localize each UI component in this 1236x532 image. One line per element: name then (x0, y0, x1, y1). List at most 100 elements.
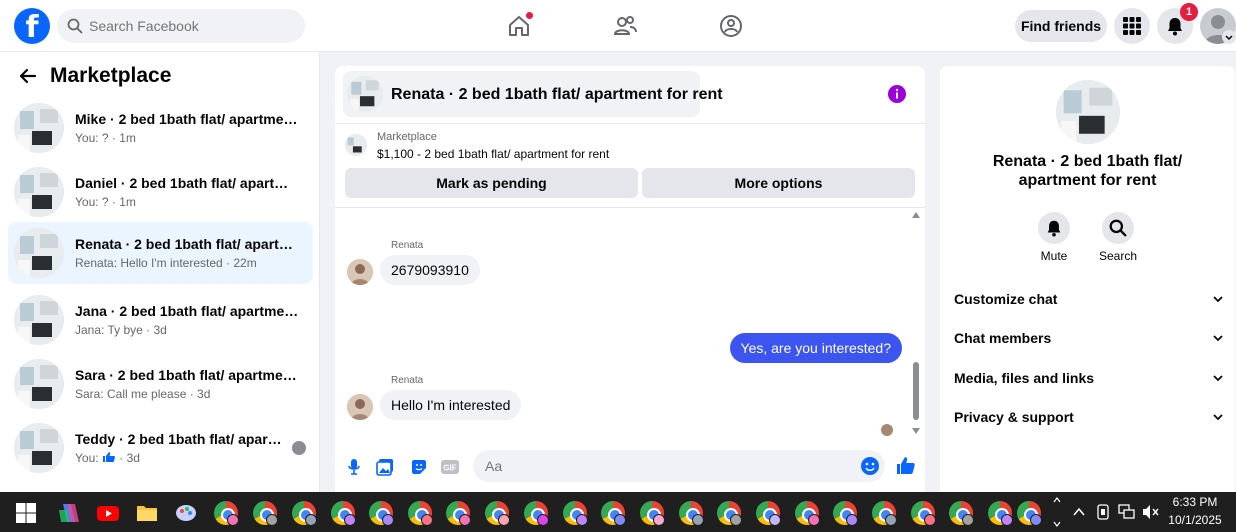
sticker-icon[interactable] (410, 458, 428, 476)
search-box[interactable] (57, 9, 305, 43)
tray-expand-chevron-icon[interactable] (1072, 506, 1086, 518)
clock-date[interactable]: 10/1/2025 (1160, 513, 1230, 527)
chrome-profile-icon[interactable] (679, 501, 704, 526)
conversation-list-panel: Marketplace Mike · 2 bed 1bath flat/ apa… (0, 52, 320, 492)
message-thread: Renata 2679093910 Yes, are you intereste… (335, 208, 925, 440)
chrome-profile-icon[interactable] (1017, 501, 1042, 526)
bell-icon (1168, 18, 1182, 36)
facebook-logo[interactable]: f (14, 8, 50, 44)
chat-header-listing[interactable]: Renata · 2 bed 1bath flat/ apartment for… (343, 71, 723, 117)
section-chat-members[interactable]: Chat members (954, 328, 1224, 350)
top-navigation-bar: f Find friends 1 (0, 0, 1236, 52)
chat-header-title: Renata · 2 bed 1bath flat/ apartment for… (391, 86, 723, 103)
windows-start-icon[interactable] (14, 501, 38, 525)
sender-avatar[interactable] (347, 259, 373, 285)
conversation-item-sara[interactable]: Sara · 2 bed 1bath flat/ apartment for r… (8, 353, 313, 415)
conversation-item-jana[interactable]: Jana · 2 bed 1bath flat/ apartment for r… (8, 289, 313, 351)
conversation-item-renata[interactable]: Renata · 2 bed 1bath flat/ apartment for… (8, 222, 313, 284)
search-conversation-button[interactable]: Search (1088, 212, 1148, 263)
chrome-profile-icon[interactable] (369, 501, 394, 526)
conversation-item-daniel[interactable]: Daniel · 2 bed 1bath flat/ apartment for… (8, 161, 313, 223)
preview-suffix: · 3d (119, 451, 140, 465)
conversation-name: Teddy · 2 bed 1bath flat/ apartment for … (75, 431, 285, 447)
listing-thumbnail (14, 359, 64, 409)
chrome-profile-icon[interactable] (911, 501, 936, 526)
marketplace-title: Marketplace (50, 64, 172, 87)
account-menu-chevron[interactable] (1222, 30, 1236, 44)
file-explorer-icon[interactable] (135, 501, 159, 525)
conversation-name: Mike · 2 bed 1bath flat/ apartment for r… (75, 111, 300, 127)
search-icon (1109, 219, 1127, 237)
youtube-icon[interactable] (96, 501, 120, 525)
chrome-profile-icon[interactable] (253, 501, 278, 526)
conversation-item-teddy[interactable]: Teddy · 2 bed 1bath flat/ apartment for … (8, 417, 313, 479)
network-icon[interactable] (1118, 504, 1136, 520)
section-privacy-support[interactable]: Privacy & support (954, 407, 1224, 429)
chrome-profile-icon[interactable] (833, 501, 858, 526)
device-icon[interactable] (1096, 504, 1110, 520)
section-customize-chat[interactable]: Customize chat (954, 289, 1224, 311)
chrome-profile-icon[interactable] (563, 501, 588, 526)
back-arrow-icon[interactable] (18, 66, 38, 86)
chrome-profile-icon[interactable] (524, 501, 549, 526)
volume-muted-icon[interactable] (1142, 504, 1160, 520)
clock-time[interactable]: 6:33 PM (1160, 495, 1230, 509)
mute-circle[interactable] (1038, 212, 1070, 244)
chevron-down-icon (1213, 335, 1223, 342)
chrome-profile-icon[interactable] (640, 501, 665, 526)
chat-panel: Renata · 2 bed 1bath flat/ apartment for… (335, 66, 925, 492)
section-label: Customize chat (954, 291, 1058, 307)
chrome-profile-icon[interactable] (408, 501, 433, 526)
chat-scrollbar[interactable] (912, 212, 920, 434)
conversation-preview: Renata: Hello I'm interested · 22m (75, 256, 257, 270)
menu-button[interactable] (1114, 8, 1150, 44)
mute-label: Mute (1040, 249, 1068, 263)
paint-app-icon[interactable] (174, 501, 198, 525)
conversation-item-mike[interactable]: Mike · 2 bed 1bath flat/ apartment for r… (8, 97, 313, 159)
mute-button[interactable]: Mute (1024, 212, 1084, 263)
chrome-profile-icon[interactable] (717, 501, 742, 526)
chrome-profile-icon[interactable] (872, 501, 897, 526)
listing-thumbnail-large (1056, 80, 1120, 144)
chrome-profile-icon[interactable] (292, 501, 317, 526)
chrome-profile-icon[interactable] (949, 501, 974, 526)
message-input[interactable] (473, 450, 885, 482)
find-friends-button[interactable]: Find friends (1015, 10, 1107, 42)
microphone-icon[interactable] (347, 458, 361, 476)
mark-as-pending-button[interactable]: Mark as pending (345, 168, 638, 198)
chrome-profile-icon[interactable] (795, 501, 820, 526)
chrome-profile-icon[interactable] (446, 501, 471, 526)
section-media-files-links[interactable]: Media, files and links (954, 368, 1224, 390)
listing-thumbnail (347, 76, 383, 112)
more-options-button[interactable]: More options (642, 168, 915, 198)
search-circle[interactable] (1102, 212, 1134, 244)
chrome-profile-icon[interactable] (485, 501, 510, 526)
section-label: Chat members (954, 330, 1052, 346)
scrollbar-thumb[interactable] (913, 362, 919, 420)
info-icon[interactable] (888, 85, 906, 103)
svg-text:GIF: GIF (443, 464, 456, 473)
chrome-profile-icon[interactable] (214, 501, 239, 526)
message-bubble-incoming[interactable]: Hello I'm interested (380, 390, 522, 420)
like-thumbs-up-icon[interactable] (896, 456, 916, 476)
search-input[interactable] (89, 9, 299, 43)
seen-avatar (292, 441, 306, 455)
photo-icon[interactable] (376, 458, 394, 476)
listing-thumbnail (14, 295, 64, 345)
message-sender-name: Renata (391, 375, 424, 386)
chrome-profile-icon[interactable] (988, 501, 1013, 526)
conversation-name: Sara · 2 bed 1bath flat/ apartment for r… (75, 367, 300, 383)
notification-count-badge: 1 (1180, 3, 1198, 21)
chrome-profile-icon[interactable] (601, 501, 626, 526)
emoji-icon[interactable] (861, 457, 879, 475)
groups-icon[interactable] (717, 12, 745, 40)
chrome-profile-icon[interactable] (331, 501, 356, 526)
sender-avatar[interactable] (347, 394, 373, 420)
copilot-icon[interactable] (57, 501, 81, 525)
message-bubble-incoming[interactable]: 2679093910 (380, 255, 480, 285)
message-bubble-outgoing[interactable]: Yes, are you interested? (729, 333, 902, 363)
taskbar-overflow-chevron-icon[interactable] (1052, 494, 1062, 530)
gif-icon[interactable]: GIF (441, 458, 459, 476)
friends-icon[interactable] (611, 12, 639, 40)
chrome-profile-icon[interactable] (756, 501, 781, 526)
